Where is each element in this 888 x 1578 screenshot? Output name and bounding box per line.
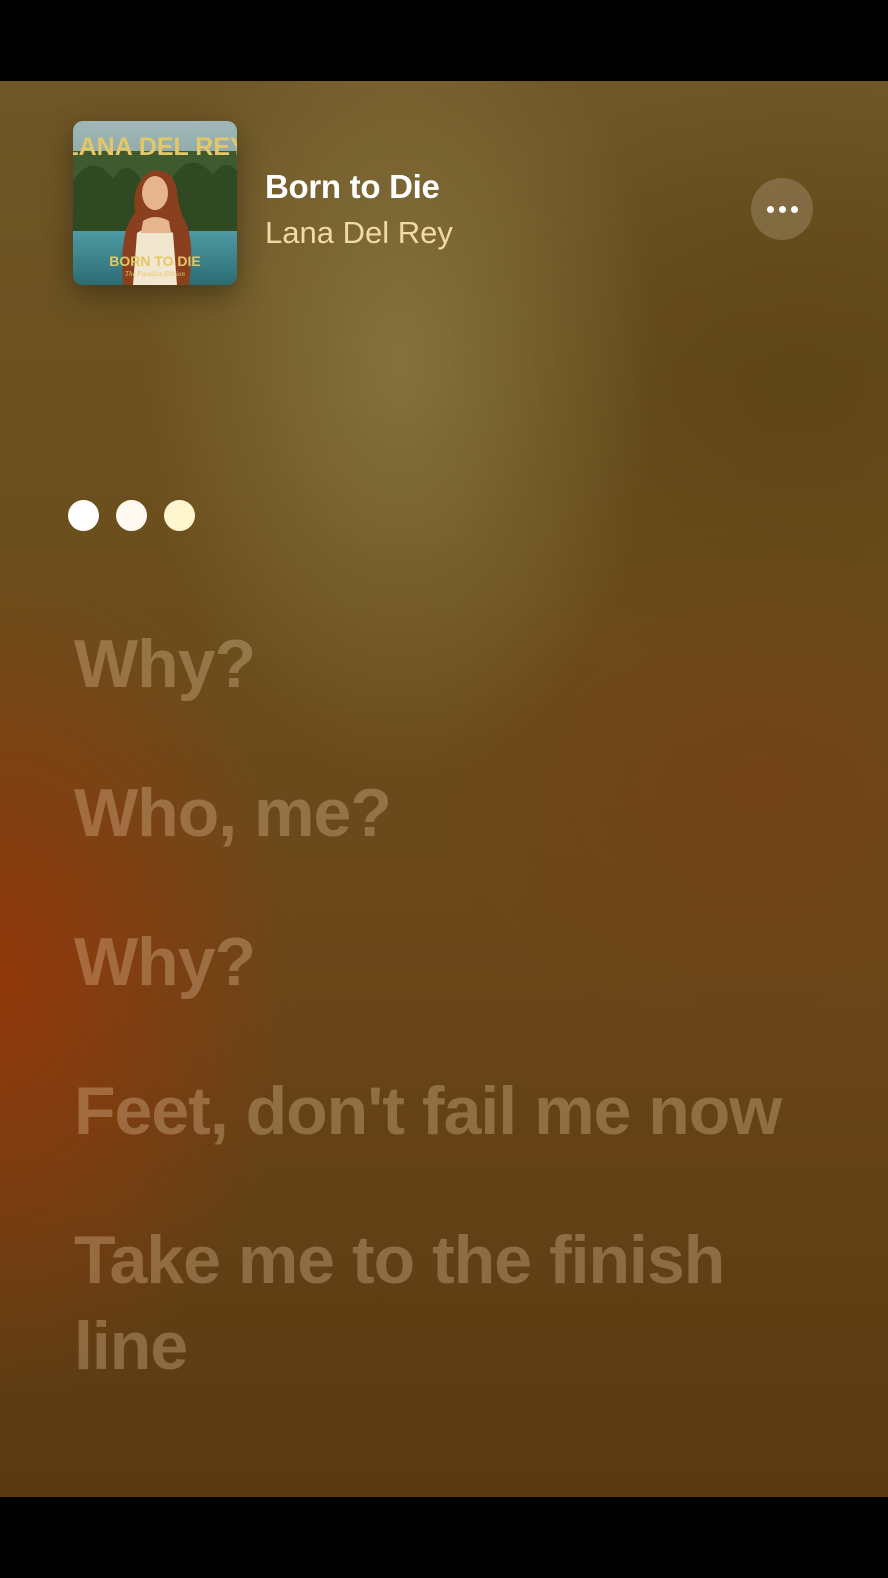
interlude-dot bbox=[116, 500, 147, 531]
now-playing-header: LANA DEL REY BORN TO DIE The Paradise Ed… bbox=[0, 81, 888, 331]
interlude-dot bbox=[68, 500, 99, 531]
lyric-line[interactable]: Why? bbox=[74, 919, 834, 1005]
cover-title-text: LANA DEL REY bbox=[73, 133, 237, 161]
lyric-line[interactable]: Why? bbox=[74, 621, 834, 707]
lyric-line[interactable]: Feet, don't fail me now bbox=[74, 1068, 834, 1154]
ellipsis-icon-dot bbox=[790, 205, 798, 213]
cover-edition-text: The Paradise Edition bbox=[125, 270, 185, 278]
album-cover-image: LANA DEL REY BORN TO DIE The Paradise Ed… bbox=[73, 121, 237, 285]
more-options-button[interactable] bbox=[751, 178, 813, 240]
top-letterbox-bar bbox=[0, 0, 888, 81]
interlude-dot bbox=[164, 500, 195, 531]
album-artwork[interactable]: LANA DEL REY BORN TO DIE The Paradise Ed… bbox=[73, 121, 237, 285]
ellipsis-icon bbox=[766, 205, 774, 213]
cover-album-text: BORN TO DIE bbox=[109, 253, 201, 269]
track-artist[interactable]: Lana Del Rey bbox=[265, 215, 453, 251]
lyric-line[interactable]: Take me to the finish line bbox=[74, 1217, 834, 1389]
lyric-line[interactable]: Who, me? bbox=[74, 770, 834, 856]
ellipsis-icon-dot bbox=[778, 205, 786, 213]
interlude-indicator bbox=[68, 500, 195, 531]
lyrics-screen: LANA DEL REY BORN TO DIE The Paradise Ed… bbox=[0, 81, 888, 1497]
track-title: Born to Die bbox=[265, 168, 440, 205]
bottom-letterbox-bar bbox=[0, 1497, 888, 1578]
lyrics-list: Why? Who, me? Why? Feet, don't fail me n… bbox=[74, 621, 834, 1452]
